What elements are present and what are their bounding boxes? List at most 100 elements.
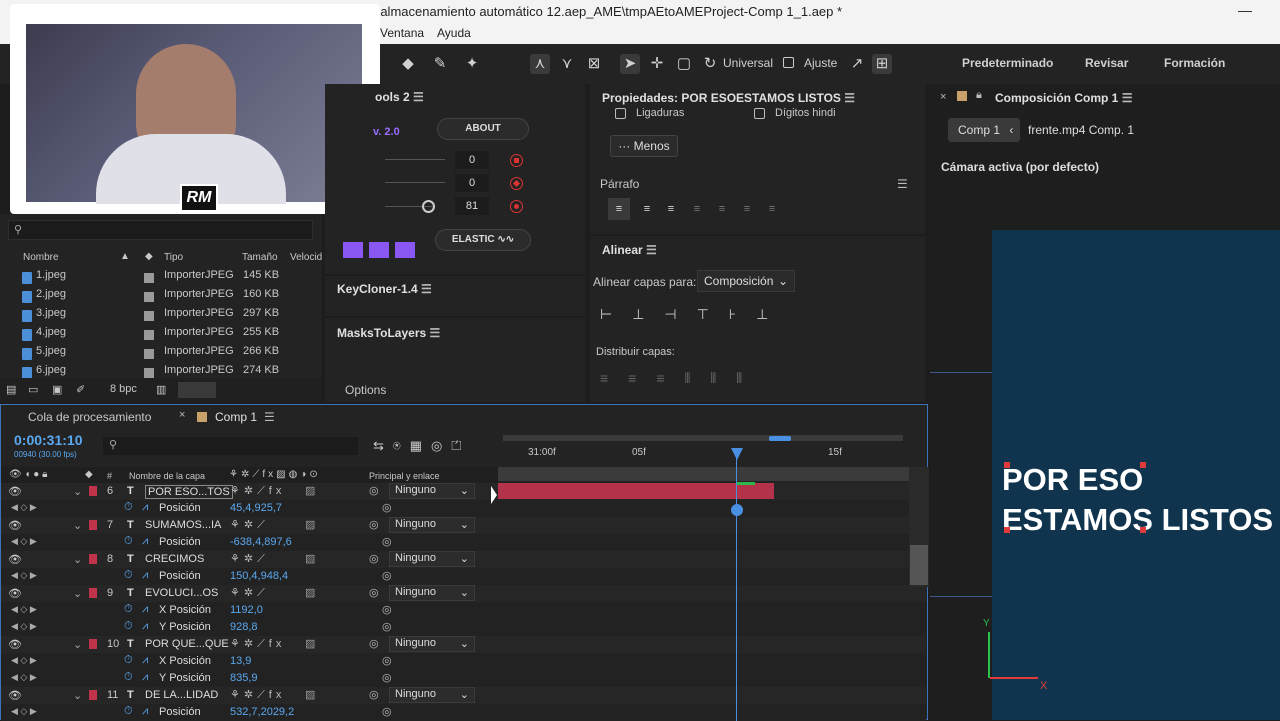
visibility-eye-icon[interactable]: 👁︎: [8, 553, 22, 566]
graph-icon[interactable]: ⩘: [142, 569, 148, 582]
justify-right-icon[interactable]: ≡: [736, 198, 758, 220]
align-left-icon[interactable]: ≡: [608, 198, 630, 220]
panel-menu-icon[interactable]: ☰: [413, 90, 424, 104]
bbox-handle[interactable]: [1140, 462, 1146, 468]
layer-name[interactable]: SUMAMOS...IA: [145, 519, 221, 531]
footer-slider[interactable]: [178, 382, 216, 398]
pickwhip-icon[interactable]: ◎: [369, 484, 379, 497]
roto-brush-icon[interactable]: ✎: [430, 54, 450, 74]
keyframe-nav[interactable]: ◀ ◇ ▶: [11, 604, 37, 615]
time-ruler[interactable]: [498, 467, 910, 481]
parent-dropdown[interactable]: Ninguno ⌄: [389, 585, 475, 601]
universal-label[interactable]: Universal: [723, 56, 773, 70]
pickwhip-icon[interactable]: ◎: [369, 518, 379, 531]
graph-icon[interactable]: ⩘: [142, 535, 148, 548]
record-button-3[interactable]: [510, 200, 523, 213]
pickwhip-icon[interactable]: ◎: [369, 586, 379, 599]
current-timecode[interactable]: 0:00:31:10: [14, 432, 83, 448]
minimize-icon[interactable]: —: [1238, 2, 1252, 18]
keyframe-nav[interactable]: ◀ ◇ ▶: [11, 570, 37, 581]
layer-name[interactable]: EVOLUCI...OS: [145, 587, 218, 599]
graph-icon[interactable]: ⩘: [142, 603, 148, 616]
stopwatch-icon[interactable]: ⏱︎: [124, 671, 133, 684]
property-value[interactable]: 835,9: [230, 672, 258, 684]
graph-icon[interactable]: ⩘: [142, 671, 148, 684]
project-item[interactable]: 4.jpeg ImporterJPEG 255 KB: [14, 323, 319, 342]
layer-switches[interactable]: ⚘✲⟋: [230, 518, 269, 532]
expand-chevron-icon[interactable]: ⌄: [73, 638, 82, 651]
bbox-handle[interactable]: [1140, 527, 1146, 533]
stopwatch-icon[interactable]: ⏱︎: [124, 535, 133, 548]
motion-blur-icon[interactable]: ▨: [305, 484, 315, 497]
visibility-eye-icon[interactable]: 👁︎: [8, 485, 22, 498]
slider-knob-3[interactable]: [422, 200, 435, 213]
motion-blur-icon[interactable]: ▨: [305, 637, 315, 650]
panel-menu-icon[interactable]: ☰: [421, 282, 432, 296]
work-area-handle[interactable]: [769, 436, 791, 441]
stopwatch-icon[interactable]: ⏱︎: [124, 620, 133, 633]
align-center-icon[interactable]: ≡: [636, 198, 658, 220]
justify-left-icon[interactable]: ≡: [686, 198, 708, 220]
keyframe-nav[interactable]: ◀ ◇ ▶: [11, 502, 37, 513]
value-field-1[interactable]: 0: [455, 151, 489, 169]
trash-icon[interactable]: ▥: [156, 383, 166, 396]
selection-tool-icon[interactable]: ➤: [620, 54, 640, 74]
graph-icon[interactable]: ⩘: [142, 620, 148, 633]
menos-button[interactable]: ··· Menos: [610, 135, 678, 157]
layer-name[interactable]: POR QUE...QUE: [145, 638, 229, 650]
project-item[interactable]: 1.jpeg ImporterJPEG 145 KB: [14, 266, 319, 285]
axis-view-icon[interactable]: ⊠: [584, 54, 604, 74]
layer-switches[interactable]: ⚘✲⟋fx: [230, 637, 285, 651]
visibility-eye-icon[interactable]: 👁︎: [8, 638, 22, 651]
layer-row[interactable]: 👁︎ ⌄ 11 T DE LA...LIDAD ⚘✲⟋fx ▨ ◎ Ninguno ⌄: [1, 687, 926, 704]
keyframe-nav[interactable]: ◀ ◇ ▶: [11, 672, 37, 683]
justify-center-icon[interactable]: ≡: [711, 198, 733, 220]
motion-blur-icon[interactable]: ▨: [305, 586, 315, 599]
expand-chevron-icon[interactable]: ⌄: [73, 485, 82, 498]
layer-name[interactable]: DE LA...LIDAD: [145, 689, 218, 701]
parrafo-menu-icon[interactable]: ☰: [897, 177, 908, 191]
layer-row[interactable]: 👁︎ ⌄ 7 T SUMAMOS...IA ⚘✲⟋ ▨ ◎ Ninguno ⌄: [1, 517, 926, 534]
bbox-handle[interactable]: [1004, 527, 1010, 533]
project-item[interactable]: 2.jpeg ImporterJPEG 160 KB: [14, 285, 319, 304]
align-right-icon[interactable]: ≡: [660, 198, 682, 220]
expression-pickwhip-icon[interactable]: ◎: [382, 620, 392, 633]
property-row[interactable]: ◀ ◇ ▶ ⏱︎ ⩘ Posición 532,7,2029,2 ◎: [1, 704, 926, 721]
expression-pickwhip-icon[interactable]: ◎: [382, 654, 392, 667]
keyframe-marker[interactable]: [731, 504, 743, 516]
pickwhip-icon[interactable]: ◎: [369, 552, 379, 565]
x-axis-gizmo[interactable]: [990, 677, 1038, 679]
pickwhip-icon[interactable]: ◎: [369, 688, 379, 701]
parent-dropdown[interactable]: Ninguno ⌄: [389, 636, 475, 652]
motion-blur-icon[interactable]: ▨: [305, 518, 315, 531]
y-axis-gizmo[interactable]: [988, 632, 990, 678]
elastic-button[interactable]: ELASTIC ∿∿: [435, 229, 531, 251]
timeline-switches[interactable]: ⇆⍟▦◎⏍: [373, 438, 470, 454]
panel-menu-icon[interactable]: ☰: [646, 243, 657, 257]
options-label[interactable]: Options: [345, 383, 386, 397]
workspace-predeterminado[interactable]: Predeterminado: [962, 56, 1053, 70]
col-size[interactable]: Tamaño: [242, 252, 278, 263]
brush-icon[interactable]: ✐: [76, 383, 85, 396]
project-search-input[interactable]: ⚲: [8, 220, 313, 240]
motion-blur-icon[interactable]: ▨: [305, 552, 315, 565]
stopwatch-icon[interactable]: ⏱︎: [124, 654, 133, 667]
expression-pickwhip-icon[interactable]: ◎: [382, 705, 392, 718]
snap-checkbox[interactable]: [783, 57, 794, 68]
close-icon[interactable]: ×: [179, 409, 185, 421]
motion-blur-icon[interactable]: ▨: [305, 688, 315, 701]
panel-menu-icon[interactable]: ☰: [1122, 91, 1133, 105]
new-comp-icon[interactable]: ▣: [52, 383, 62, 396]
graph-icon[interactable]: ⩘: [142, 654, 148, 667]
purple-swatch-3[interactable]: [395, 242, 415, 258]
property-row[interactable]: ◀ ◇ ▶ ⏱︎ ⩘ Posición -638,4,897,6 ◎: [1, 534, 926, 551]
visibility-eye-icon[interactable]: 👁︎: [8, 587, 22, 600]
layer-switches[interactable]: ⚘✲⟋: [230, 586, 269, 600]
justify-all-icon[interactable]: ≡: [761, 198, 783, 220]
bpc-label[interactable]: 8 bpc: [110, 383, 137, 395]
value-field-3[interactable]: 81: [455, 197, 489, 215]
sort-up-icon[interactable]: ▲: [120, 251, 130, 262]
property-row[interactable]: ◀ ◇ ▶ ⏱︎ ⩘ X Posición 1192,0 ◎: [1, 602, 926, 619]
visibility-eye-icon[interactable]: 👁︎: [8, 519, 22, 532]
layer-row[interactable]: 👁︎ ⌄ 10 T POR QUE...QUE ⚘✲⟋fx ▨ ◎ Ninguno ⌄: [1, 636, 926, 653]
